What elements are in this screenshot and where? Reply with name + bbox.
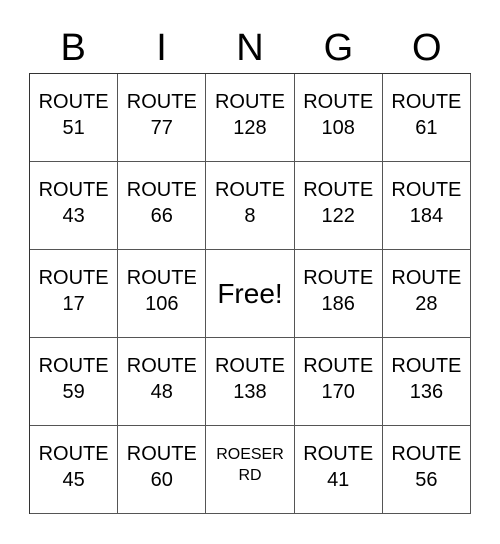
bingo-cell[interactable]: ROUTE 77 (118, 74, 207, 162)
bingo-cell[interactable]: ROUTE 41 (294, 426, 383, 514)
bingo-grid: ROUTE 51 ROUTE 77 ROUTE 128 ROUTE 108 RO… (29, 73, 471, 514)
bingo-cell[interactable]: ROUTE 184 (382, 162, 471, 250)
bingo-cell[interactable]: ROUTE 56 (382, 426, 471, 514)
bingo-header: B I N G O (29, 26, 471, 70)
bingo-cell[interactable]: ROUTE 28 (382, 250, 471, 338)
bingo-cell[interactable]: ROUTE 108 (294, 74, 383, 162)
bingo-cell[interactable]: ROUTE 66 (118, 162, 207, 250)
bingo-cell[interactable]: ROUTE 136 (382, 338, 471, 426)
bingo-cell[interactable]: ROUTE 51 (30, 74, 119, 162)
header-letter-g: G (323, 27, 354, 69)
bingo-cell[interactable]: ROUTE 43 (30, 162, 119, 250)
bingo-cell[interactable]: ROUTE 128 (206, 74, 295, 162)
header-letter-i: I (156, 27, 167, 69)
bingo-cell[interactable]: ROUTE 61 (382, 74, 471, 162)
bingo-cell[interactable]: ROUTE 59 (30, 338, 119, 426)
bingo-cell[interactable]: ROUTE 60 (118, 426, 207, 514)
bingo-cell[interactable]: ROUTE 48 (118, 338, 207, 426)
bingo-cell[interactable]: ROUTE 106 (118, 250, 207, 338)
bingo-cell[interactable]: ROUTE 45 (30, 426, 119, 514)
bingo-cell[interactable]: ROUTE 186 (294, 250, 383, 338)
bingo-cell[interactable]: ROESER RD (206, 426, 295, 514)
header-letter-o: O (411, 27, 442, 69)
header-letter-n: N (236, 27, 264, 69)
bingo-cell[interactable]: ROUTE 138 (206, 338, 295, 426)
bingo-cell[interactable]: ROUTE 170 (294, 338, 383, 426)
bingo-cell[interactable]: ROUTE 8 (206, 162, 295, 250)
bingo-cell[interactable]: ROUTE 122 (294, 162, 383, 250)
header-letter-b: B (60, 27, 86, 69)
free-space-cell[interactable]: Free! (206, 250, 295, 338)
bingo-cell[interactable]: ROUTE 17 (30, 250, 119, 338)
